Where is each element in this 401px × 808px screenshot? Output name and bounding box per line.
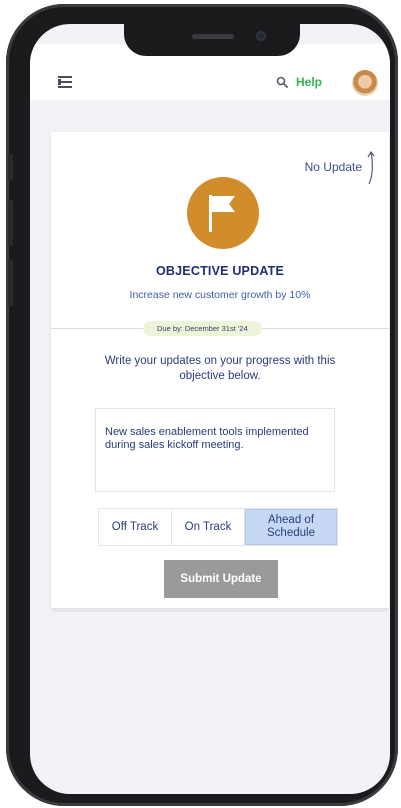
progress-selector: Off Track On Track Ahead of Schedule xyxy=(98,508,338,546)
objective-subtitle: Increase new customer growth by 10% xyxy=(129,289,311,301)
update-status: No Update xyxy=(304,160,362,174)
search-icon[interactable] xyxy=(276,76,288,88)
mute-switch xyxy=(8,154,13,180)
instructions-text: Write your updates on your progress with… xyxy=(104,355,336,382)
objective-update-card: No Update OBJECTIVE UPDATE Increase new … xyxy=(51,132,389,608)
objective-badge xyxy=(187,177,259,249)
option-off-track[interactable]: Off Track xyxy=(99,509,172,545)
front-camera xyxy=(256,31,266,41)
menu-icon[interactable] xyxy=(58,76,72,88)
phone-notch xyxy=(124,24,300,56)
update-text-field[interactable]: New sales enablement tools implemented d… xyxy=(95,408,335,492)
option-ahead-of-schedule[interactable]: Ahead of Schedule xyxy=(245,509,337,545)
volume-down-button xyxy=(8,260,13,306)
due-date-badge: Due by: December 31st '24 xyxy=(143,321,262,336)
objective-title: OBJECTIVE UPDATE xyxy=(156,264,284,278)
submit-update-button[interactable]: Submit Update xyxy=(164,560,278,598)
trend-arrow-icon xyxy=(367,150,375,185)
app-screen: Help No Update OBJECTIVE UPDATE Increase… xyxy=(30,24,390,794)
option-on-track[interactable]: On Track xyxy=(172,509,245,545)
card-shadow-strip xyxy=(53,609,387,612)
phone-frame: Help No Update OBJECTIVE UPDATE Increase… xyxy=(6,4,398,806)
flag-icon xyxy=(209,195,235,232)
help-link[interactable]: Help xyxy=(296,75,322,89)
volume-up-button xyxy=(8,200,13,246)
avatar[interactable] xyxy=(352,70,378,96)
speaker-grille xyxy=(192,34,234,39)
